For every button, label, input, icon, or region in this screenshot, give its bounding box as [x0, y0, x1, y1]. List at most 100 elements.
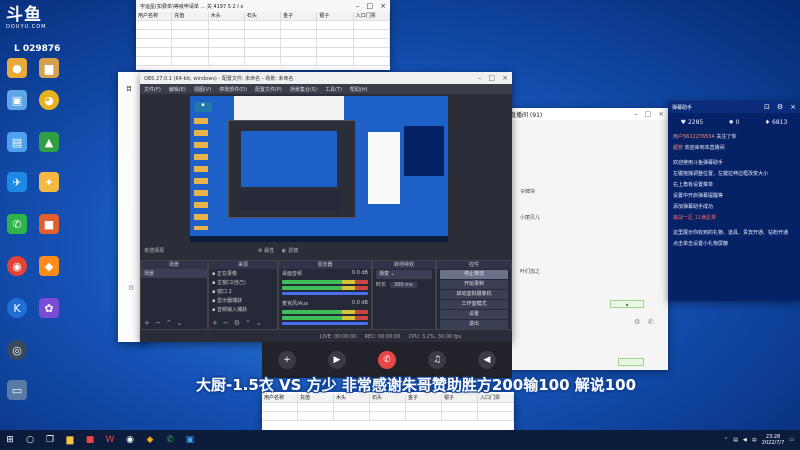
settings-icon[interactable]: ⚙ [634, 318, 640, 326]
source-item[interactable]: ▪ 窗口 2 [209, 287, 277, 296]
minimize-icon[interactable]: – [634, 110, 638, 118]
close-icon[interactable]: × [380, 2, 386, 10]
desktop-icon[interactable]: ▤ [2, 132, 32, 154]
desktop-icon[interactable]: ◆ [34, 256, 64, 278]
source-item[interactable]: ▪ 主窗口(自己) [209, 278, 277, 287]
desktop-icon[interactable]: ✆ [2, 214, 32, 236]
scene-item[interactable]: 场景 [141, 269, 207, 278]
stop-streaming-button[interactable]: 停止推流 [440, 270, 508, 279]
chevron-up-icon[interactable]: ⌃ [166, 319, 172, 327]
source-item[interactable]: ▪ 正在录像 [209, 269, 277, 278]
column-header[interactable]: 石头 [245, 12, 282, 20]
transition-select[interactable]: 渐变 ⌄ [376, 270, 432, 279]
filters-button[interactable]: ◐ 滤镜 [282, 247, 298, 254]
maximize-icon[interactable]: □ [367, 2, 374, 10]
wps-icon[interactable]: W [100, 430, 120, 450]
desktop-icon[interactable]: ✦ [34, 172, 64, 194]
desktop-icon[interactable]: ■ [34, 214, 64, 236]
obs-window[interactable]: OBS 27.0.1 (64-bit, windows) - 配置文件: 未命名… [140, 72, 512, 342]
gear-icon[interactable]: ⚙ [777, 103, 783, 111]
camera-icon[interactable]: ▶ [328, 351, 346, 369]
obs-titlebar[interactable]: OBS 27.0.1 (64-bit, windows) - 配置文件: 未命名… [140, 72, 512, 84]
table-row[interactable] [136, 21, 390, 30]
properties-button[interactable]: ⚙ 属性 [258, 247, 274, 254]
danmu-chat-window[interactable]: 弹幕助手 ⊡ ⚙ × ♥ 2285 ✹ 0 ♦ 6813 用户5612276554 … [668, 101, 800, 301]
minimize-icon[interactable]: – [356, 2, 360, 10]
menu-view[interactable]: 视图(V) [194, 86, 211, 93]
column-header[interactable]: 金子 [406, 394, 442, 402]
spreadsheet-window-top[interactable]: 字运星(扣费单)等级申请单 ... 关 4197 S 2 I x – □ × 用户名… [136, 0, 390, 70]
menu-profile[interactable]: 配置文件(P) [255, 86, 282, 93]
menu-help[interactable]: 帮助(H) [350, 86, 368, 93]
table-row[interactable] [136, 39, 390, 48]
exit-button[interactable]: 退出 [440, 320, 508, 329]
room-panel-titlebar[interactable]: 直播间 (91) – □ × [500, 108, 668, 120]
douyu-icon[interactable]: ◆ [140, 430, 160, 450]
room-panel[interactable]: 直播间 (91) – □ × 令牌块 小丽贝儿 叶们加之 ▪ ⚙ ✆ [500, 108, 668, 370]
table-row[interactable] [136, 48, 390, 57]
add-icon[interactable]: + [278, 351, 296, 369]
transition-duration-input[interactable]: 300 ms [390, 281, 417, 288]
file-explorer-icon[interactable]: ▆ [60, 430, 80, 450]
windows-start-icon[interactable]: ⊞ [0, 430, 20, 450]
source-item[interactable]: ▪ 显示器捕获 [209, 296, 277, 305]
desktop-icon[interactable]: ◉ [2, 256, 32, 278]
menu-scene-collection[interactable]: 场景集合(S) [290, 86, 317, 93]
maximize-icon[interactable]: □ [489, 74, 496, 82]
desktop-icon[interactable]: ● [2, 58, 32, 80]
virtual-camera-button[interactable]: 启动虚拟摄像机 [440, 290, 508, 299]
menu-edit[interactable]: 编辑(E) [169, 86, 186, 93]
menu-docks[interactable]: 停靠部件(D) [219, 86, 247, 93]
column-header[interactable]: 木头 [334, 394, 370, 402]
column-header[interactable]: 金子 [281, 12, 318, 20]
settings-icon[interactable]: ⚙ [128, 284, 134, 292]
network-icon[interactable]: ▤ [733, 437, 738, 443]
column-header[interactable]: 用户名称 [262, 394, 298, 402]
column-header[interactable]: 银子 [442, 394, 478, 402]
table-row[interactable] [136, 57, 390, 66]
column-header[interactable]: 木头 [209, 12, 245, 20]
pin-icon[interactable]: ⊡ [764, 103, 770, 111]
close-icon[interactable]: × [502, 74, 508, 82]
task-view-icon[interactable]: ❐ [40, 430, 60, 450]
table-row[interactable] [262, 403, 514, 412]
column-header[interactable]: 入口门票 [354, 12, 390, 20]
phone-icon[interactable]: ✆ [648, 318, 654, 326]
search-icon[interactable]: ○ [20, 430, 40, 450]
desktop-icon[interactable]: ▲ [34, 132, 64, 154]
wechat-icon[interactable]: ✆ [160, 430, 180, 450]
mic-icon[interactable]: ♫ [428, 351, 446, 369]
chat-titlebar[interactable]: 弹幕助手 ⊡ ⚙ × [668, 101, 800, 113]
add-icon[interactable]: + [144, 319, 150, 327]
hangup-icon[interactable]: ✆ [378, 351, 396, 369]
chevron-up-icon[interactable]: ⌃ [245, 319, 251, 327]
table-row[interactable] [136, 30, 390, 39]
desktop-icon[interactable]: K [2, 298, 32, 320]
notification-icon[interactable]: ▭ [789, 437, 794, 443]
column-header[interactable]: 用户名称 [136, 12, 173, 20]
app-icon[interactable]: ■ [80, 430, 100, 450]
close-icon[interactable]: × [790, 103, 796, 111]
remove-icon[interactable]: − [155, 319, 161, 327]
source-item[interactable]: ▪ 音频输入捕获 [209, 305, 277, 314]
chevron-down-icon[interactable]: ⌄ [256, 319, 262, 327]
start-recording-button[interactable]: 开始录制 [440, 280, 508, 289]
chevron-down-icon[interactable]: ⌄ [177, 319, 183, 327]
desktop-icon[interactable]: ✈ [2, 172, 32, 194]
add-icon[interactable]: + [212, 319, 218, 327]
menu-file[interactable]: 文件(F) [144, 86, 161, 93]
column-header[interactable]: 石头 [370, 394, 406, 402]
desktop-icon[interactable]: ✿ [34, 298, 64, 320]
app-icon[interactable]: ▣ [180, 430, 200, 450]
minimize-icon[interactable]: – [478, 74, 482, 82]
desktop-icon[interactable]: ◎ [2, 340, 32, 362]
menu-tools[interactable]: 工具(T) [325, 86, 342, 93]
column-header[interactable]: 充值 [298, 394, 334, 402]
column-header[interactable]: 银子 [317, 12, 354, 20]
send-button[interactable] [618, 358, 644, 366]
spreadsheet-window-bottom[interactable]: 用户名称 充值 木头 石头 金子 银子 入口门票 [262, 392, 514, 430]
column-header[interactable]: 充值 [172, 12, 209, 20]
volume-slider[interactable] [282, 292, 368, 295]
speaker-icon[interactable]: ◀ [478, 351, 496, 369]
spreadsheet-titlebar[interactable]: 字运星(扣费单)等级申请单 ... 关 4197 S 2 I x – □ × [136, 0, 390, 12]
